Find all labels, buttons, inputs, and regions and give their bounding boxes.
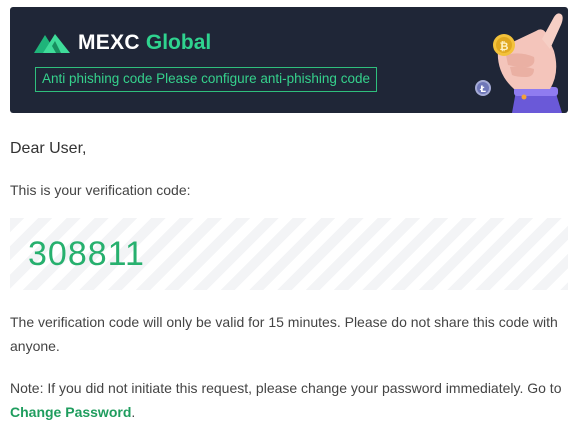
brand-name: MEXC	[78, 31, 140, 54]
verification-code-box: 308811	[10, 218, 568, 290]
mexc-logo-icon	[34, 34, 70, 53]
svg-text:₿: ₿	[500, 40, 509, 53]
brand-logo[interactable]: MEXC Global	[34, 31, 211, 55]
note-end: .	[131, 404, 136, 420]
greeting: Dear User,	[10, 140, 87, 157]
note-text: Note: If you did not initiate this reque…	[10, 380, 562, 396]
verification-code[interactable]: 308811	[28, 235, 145, 274]
svg-text:Ł: Ł	[479, 85, 486, 95]
intro-text: This is your verification code:	[10, 182, 191, 198]
header-banner: MEXC Global Anti phishing code Please co…	[10, 7, 568, 113]
change-password-link[interactable]: Change Password	[10, 404, 131, 420]
security-note: Note: If you did not initiate this reque…	[10, 376, 566, 424]
brand-sub: Global	[145, 31, 212, 54]
anti-phishing-code-box: Anti phishing code Please configure anti…	[35, 67, 377, 92]
hand-holding-coin-icon: ₿ Ł	[475, 13, 563, 113]
validity-notice: The verification code will only be valid…	[10, 314, 558, 354]
